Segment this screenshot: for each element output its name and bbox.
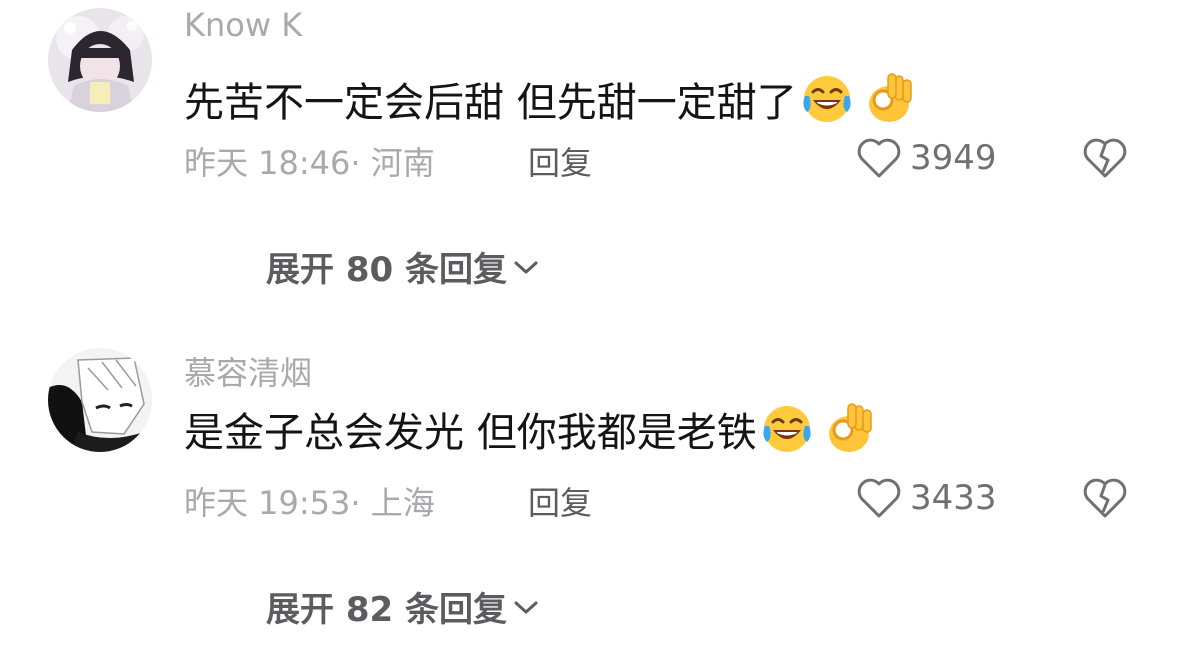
heart-outline-icon bbox=[857, 478, 901, 518]
broken-heart-icon bbox=[1083, 478, 1127, 518]
heart-outline-icon bbox=[857, 138, 901, 178]
dislike-button[interactable] bbox=[1082, 476, 1128, 520]
comment-location: · 河南 bbox=[350, 144, 435, 182]
comment-item: 慕容清烟 是金子总会发光 但你我都是老铁 昨天 19:53· 上海 回复 343… bbox=[0, 338, 1179, 638]
comment-time: 昨天 18:46 bbox=[184, 144, 351, 182]
comment-item: Know K 先苦不一定会后甜 但先甜一定甜了 昨天 18:46· 河南 回复 … bbox=[0, 0, 1179, 300]
ok-hand-emoji bbox=[828, 403, 872, 452]
expand-replies-label: 展开 80 条回复 bbox=[266, 250, 507, 290]
expand-replies-label: 展开 82 条回复 bbox=[266, 590, 507, 630]
broken-heart-icon bbox=[1083, 138, 1127, 178]
comment-text: 先苦不一定会后甜 但先甜一定甜了 bbox=[184, 70, 917, 128]
avatar[interactable] bbox=[48, 8, 152, 112]
like-count: 3433 bbox=[910, 478, 997, 518]
avatar[interactable] bbox=[48, 348, 152, 452]
chevron-down-icon bbox=[514, 601, 538, 613]
comment-username[interactable]: Know K bbox=[184, 6, 302, 44]
comment-time: 昨天 19:53 bbox=[184, 484, 351, 522]
comment-location: · 上海 bbox=[350, 484, 435, 522]
dislike-button[interactable] bbox=[1082, 136, 1128, 180]
ok-hand-emoji bbox=[868, 73, 912, 122]
reply-button[interactable]: 回复 bbox=[528, 478, 592, 524]
comment-text: 是金子总会发光 但你我都是老铁 bbox=[184, 400, 877, 458]
reply-button[interactable]: 回复 bbox=[528, 138, 592, 184]
chevron-down-icon bbox=[514, 261, 538, 273]
expand-replies-button[interactable]: 展开 80 条回复 bbox=[266, 242, 539, 291]
comment-username[interactable]: 慕容清烟 bbox=[184, 348, 312, 394]
like-count: 3949 bbox=[910, 138, 997, 178]
laugh-cry-emoji bbox=[803, 76, 851, 122]
comment-text-body: 是金子总会发光 但你我都是老铁 bbox=[184, 410, 757, 456]
comment-meta: 昨天 19:53· 上海 bbox=[184, 478, 435, 524]
like-button[interactable]: 3433 bbox=[856, 476, 997, 520]
expand-replies-button[interactable]: 展开 82 条回复 bbox=[266, 582, 539, 631]
laugh-cry-emoji bbox=[763, 406, 811, 452]
like-button[interactable]: 3949 bbox=[856, 136, 997, 180]
comment-meta: 昨天 18:46· 河南 bbox=[184, 138, 435, 184]
comment-text-body: 先苦不一定会后甜 但先甜一定甜了 bbox=[184, 80, 797, 126]
